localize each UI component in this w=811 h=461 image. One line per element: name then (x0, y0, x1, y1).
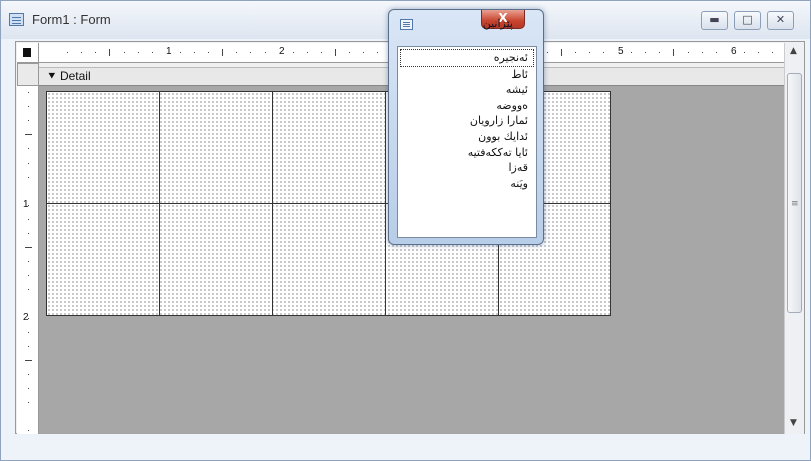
ruler-tick (320, 52, 322, 53)
ruler-tick (28, 275, 29, 277)
ruler-tick (701, 52, 703, 53)
ruler-tick (363, 52, 365, 53)
field-list-item[interactable]: قەزا (398, 160, 536, 176)
ruler-tick (28, 106, 29, 108)
list-icon (400, 19, 413, 30)
ruler-tick (25, 134, 32, 136)
ruler-tick (673, 49, 675, 56)
ruler-tick (25, 359, 32, 361)
ruler-tick (28, 120, 29, 122)
ruler-label-2: 2 (279, 46, 285, 57)
ruler-tick (28, 218, 29, 220)
status-bar (15, 437, 805, 457)
ruler-tick (28, 162, 29, 164)
ruler-tick (306, 52, 308, 53)
close-icon: ✕ (775, 13, 786, 26)
window-title: Form1 : Form (32, 12, 111, 27)
ruler-tick (28, 289, 29, 291)
field-list-popup[interactable]: X پێزانین ئەنجیرە ئاط ئیشە ەووضە ئمارا زاروی… (388, 9, 544, 245)
form-icon (9, 13, 24, 26)
ruler-tick (264, 52, 266, 53)
maximize-button[interactable]: □ (734, 11, 761, 30)
field-list[interactable]: ئەنجیرە ئاط ئیشە ەووضە ئمارا زارویان ئدایك بو… (397, 46, 537, 238)
ruler-tick (546, 52, 548, 53)
ruler-tick (574, 52, 576, 53)
vertical-ruler[interactable]: 1 2 (17, 86, 39, 434)
ruler-tick (28, 261, 29, 263)
ruler-tick (588, 52, 590, 53)
scroll-down-icon[interactable]: ▼ (790, 418, 797, 428)
ruler-tick (25, 247, 32, 249)
ruler-tick (28, 148, 29, 150)
ruler-tick (687, 52, 689, 53)
ruler-tick (715, 52, 717, 53)
ruler-tick (28, 233, 29, 234)
ruler-tick (95, 52, 97, 53)
ruler-label-1: 1 (166, 46, 172, 57)
close-button[interactable]: ✕ (767, 11, 794, 30)
ruler-tick (236, 52, 238, 53)
ruler-tick (250, 52, 252, 53)
ruler-tick (28, 331, 29, 333)
ruler-tick (349, 52, 351, 53)
field-list-item[interactable]: ئاط (398, 67, 536, 83)
ruler-tick (208, 52, 210, 53)
ruler-tick (28, 430, 29, 432)
scroll-up-icon[interactable]: ▲ (790, 46, 797, 56)
ruler-tick (28, 317, 29, 319)
ruler-tick (28, 388, 29, 390)
field-list-item[interactable]: ویَنە (398, 176, 536, 192)
ruler-tick (109, 49, 111, 56)
form-selector-box (23, 48, 31, 57)
ruler-tick (28, 402, 29, 404)
ruler-tick (28, 204, 29, 206)
ruler-tick (377, 52, 379, 53)
ruler-tick (137, 52, 139, 53)
ruler-tick (81, 52, 83, 53)
maximize-icon: □ (742, 13, 753, 26)
ruler-tick (645, 52, 647, 53)
ruler-tick (758, 52, 759, 53)
ruler-tick (560, 49, 562, 56)
ruler-tick (28, 176, 29, 178)
ruler-label-6: 6 (731, 46, 737, 57)
ruler-tick (151, 52, 153, 53)
section-selector[interactable] (17, 63, 39, 86)
ruler-label-5: 5 (618, 46, 624, 57)
field-list-item[interactable]: ئمارا زارویان (398, 113, 536, 129)
popup-title: پێزانین (482, 17, 513, 30)
ruler-tick (222, 49, 224, 56)
ruler-tick (67, 52, 69, 53)
minimize-icon: ▬ (709, 13, 720, 26)
vertical-scrollbar[interactable]: ▲ ≡ ▼ (784, 43, 804, 434)
ruler-tick (292, 52, 294, 53)
detail-label-text: Detail (59, 69, 91, 83)
scroll-grip-icon: ≡ (791, 199, 799, 209)
ruler-tick (772, 52, 774, 53)
ruler-tick (631, 52, 633, 53)
scroll-thumb[interactable]: ≡ (787, 73, 802, 313)
field-list-item[interactable]: ەووضە (398, 98, 536, 114)
ruler-tick (28, 374, 29, 375)
field-list-item[interactable]: ئدایك بوون (398, 129, 536, 145)
ruler-tick (28, 92, 29, 93)
ruler-tick (123, 52, 125, 53)
ruler-tick (602, 52, 604, 53)
ruler-tick (335, 49, 336, 56)
ruler-tick (28, 345, 29, 347)
field-list-item[interactable]: ئەنجیرە (400, 49, 534, 67)
ruler-tick (194, 52, 195, 53)
field-list-item[interactable]: ئیشە (398, 82, 536, 98)
ruler-tick (179, 52, 181, 53)
canvas-gray-bottom (39, 316, 784, 434)
minimize-button[interactable]: ▬ (701, 11, 728, 30)
detail-section-label: ⯆ Detail (47, 69, 91, 83)
field-list-item[interactable]: ئایا تەککەفتیە (398, 145, 536, 161)
ruler-tick (659, 52, 661, 53)
form-selector[interactable] (17, 43, 39, 63)
ruler-tick (743, 52, 745, 53)
